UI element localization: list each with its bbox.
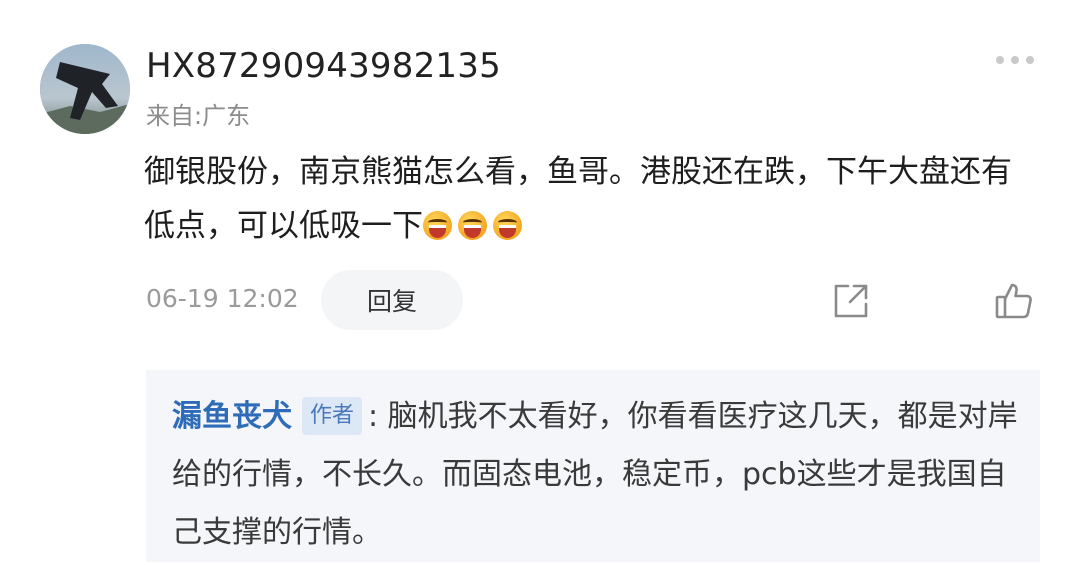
more-dots-icon[interactable] (996, 56, 1034, 64)
comment-timestamp: 06-19 12:02 (146, 284, 299, 313)
location-label: 来自:广东 (146, 102, 251, 130)
thumbs-up-icon[interactable] (993, 280, 1035, 322)
reply-separator: : (368, 399, 379, 434)
share-icon[interactable] (830, 280, 872, 322)
laughing-emoji-icon (493, 211, 522, 240)
reply-author[interactable]: 漏鱼丧犬 (172, 399, 292, 434)
laughing-emoji-icon (458, 211, 487, 240)
laughing-emoji-icon (423, 211, 452, 240)
comment-text-block: 御银股份，南京熊猫怎么看，鱼哥。港股还在跌，下午大盘还有低点，可以低吸一下 (144, 145, 1024, 253)
reply-box: 漏鱼丧犬 作者: 脑机我不太看好，你看看医疗这几天，都是对岸给的行情，不长久。而固… (146, 370, 1040, 562)
comment-text: 御银股份，南京熊猫怎么看，鱼哥。港股还在跌，下午大盘还有低点，可以低吸一下 (144, 154, 1012, 244)
reply-content: 漏鱼丧犬 作者: 脑机我不太看好，你看看医疗这几天，都是对岸给的行情，不长久。而固… (172, 388, 1018, 562)
avatar[interactable] (40, 44, 130, 134)
username[interactable]: HX87290943982135 (146, 46, 501, 86)
reply-button[interactable]: 回复 (321, 270, 463, 330)
reply-text: 脑机我不太看好，你看看医疗这几天，都是对岸给的行情，不长久。而固态电池，稳定币，… (172, 399, 1018, 550)
author-badge: 作者 (302, 397, 363, 435)
